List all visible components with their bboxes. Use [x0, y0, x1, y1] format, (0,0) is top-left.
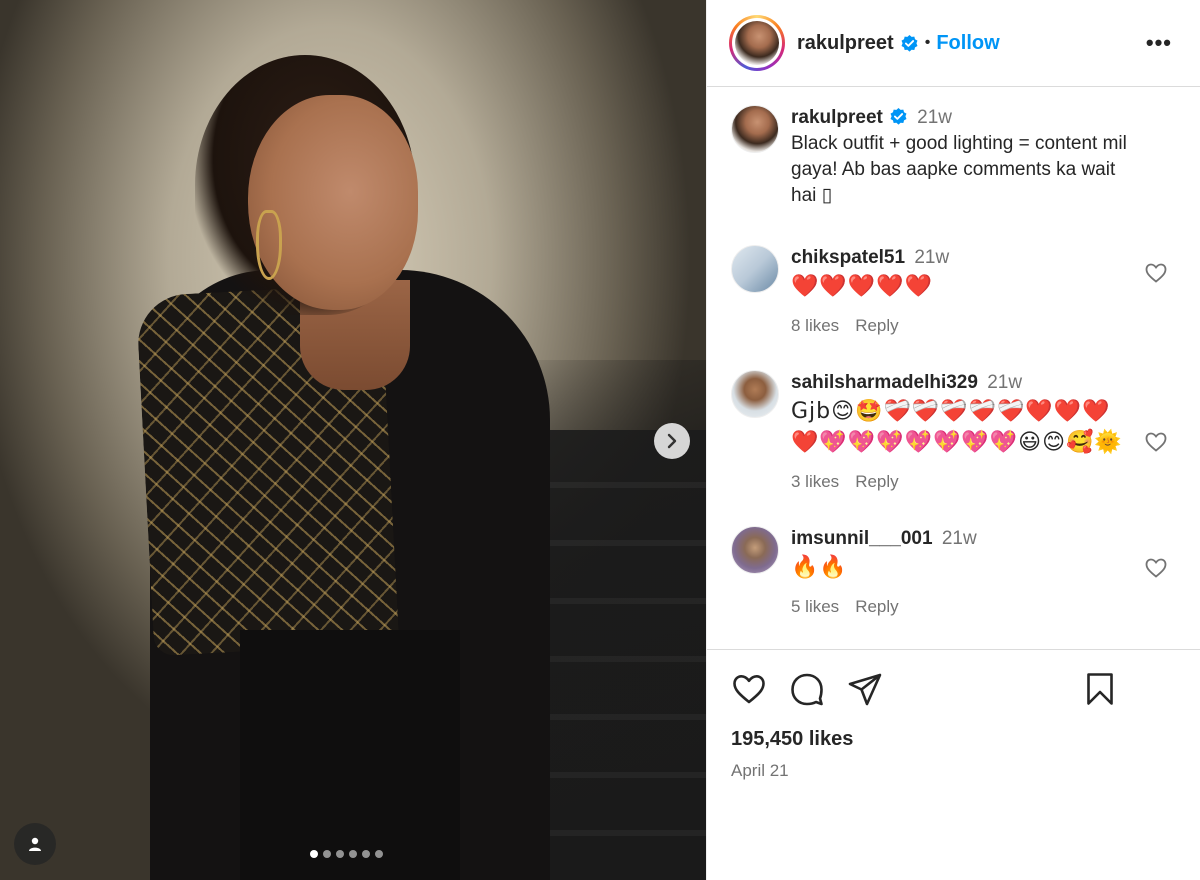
- comment: sahilsharmadelhi329 21w Gjb😊🤩❤️‍🩹❤️‍🩹❤️‍…: [731, 370, 1176, 492]
- action-bar: [731, 670, 1176, 708]
- commenter-avatar[interactable]: [731, 245, 779, 293]
- photo-skirt: [240, 630, 460, 880]
- comments-list[interactable]: rakulpreet 21w Black outfit + good light…: [707, 87, 1200, 649]
- verified-badge-icon: [890, 107, 907, 125]
- post-actions: 195,450 likes April 21: [707, 649, 1200, 880]
- comment-button[interactable]: [789, 671, 825, 707]
- caption: rakulpreet 21w Black outfit + good light…: [731, 105, 1176, 209]
- caption-author-username[interactable]: rakulpreet: [791, 107, 883, 128]
- comment-timestamp[interactable]: 21w: [914, 247, 949, 268]
- comment-like-count[interactable]: 5 likes: [791, 597, 839, 616]
- bookmark-icon: [1087, 673, 1113, 705]
- comment-body: imsunnil___001 21w 🔥🔥 5 likes Reply: [791, 526, 1176, 617]
- comment-header: imsunnil___001 21w: [791, 526, 1132, 552]
- caption-text: Black outfit + good lighting = content m…: [791, 133, 1127, 206]
- verified-badge-icon: [901, 34, 918, 52]
- paper-plane-icon: [848, 673, 882, 706]
- like-comment-heart-icon[interactable]: [1144, 430, 1168, 454]
- more-options-button[interactable]: •••: [1146, 30, 1172, 56]
- heart-icon: [733, 675, 765, 704]
- carousel-dot: [375, 850, 383, 858]
- author-username[interactable]: rakulpreet: [797, 32, 894, 55]
- comment-like-count[interactable]: 3 likes: [791, 472, 839, 491]
- author-avatar[interactable]: [735, 21, 779, 65]
- commenter-username[interactable]: imsunnil___001: [791, 528, 933, 549]
- commenter-avatar[interactable]: [731, 526, 779, 574]
- post-like-count[interactable]: 195,450 likes: [731, 728, 1176, 751]
- comment: imsunnil___001 21w 🔥🔥 5 likes Reply: [731, 526, 1176, 617]
- commenter-username[interactable]: sahilsharmadelhi329: [791, 372, 978, 393]
- comment: chikspatel51 21w ❤️❤️❤️❤️❤️ 8 likes Reply: [731, 245, 1176, 336]
- speech-bubble-icon: [791, 673, 823, 706]
- share-button[interactable]: [847, 671, 883, 707]
- post-side-panel: rakulpreet • Follow ••• rakulpreet 21w B…: [706, 0, 1200, 880]
- header-separator: •: [924, 34, 931, 51]
- tagged-users-button[interactable]: [14, 823, 56, 865]
- comment-body: sahilsharmadelhi329 21w Gjb😊🤩❤️‍🩹❤️‍🩹❤️‍…: [791, 370, 1176, 492]
- comment-like-count[interactable]: 8 likes: [791, 316, 839, 335]
- reply-button[interactable]: Reply: [855, 316, 898, 335]
- story-ring[interactable]: [729, 15, 785, 71]
- comment-meta: 8 likes Reply: [791, 316, 1132, 336]
- photo-earring: [256, 210, 282, 280]
- save-button[interactable]: [1082, 671, 1118, 707]
- carousel-dot: [323, 850, 331, 858]
- caption-body: rakulpreet 21w Black outfit + good light…: [791, 105, 1176, 209]
- carousel-dot: [310, 850, 318, 858]
- comment-body: chikspatel51 21w ❤️❤️❤️❤️❤️ 8 likes Reply: [791, 245, 1176, 336]
- story-ring-inner: [732, 18, 782, 68]
- carousel-dot: [362, 850, 370, 858]
- comment-header: sahilsharmadelhi329 21w: [791, 370, 1132, 396]
- like-button[interactable]: [731, 671, 767, 707]
- post-date[interactable]: April 21: [731, 761, 1176, 781]
- carousel-dot: [336, 850, 344, 858]
- comment-meta: 5 likes Reply: [791, 597, 1132, 617]
- like-comment-heart-icon[interactable]: [1144, 556, 1168, 580]
- like-comment-heart-icon[interactable]: [1144, 261, 1168, 285]
- caption-timestamp[interactable]: 21w: [917, 107, 952, 128]
- post-media[interactable]: [0, 0, 706, 880]
- comment-text: 🔥🔥: [791, 555, 848, 580]
- comment-timestamp[interactable]: 21w: [987, 372, 1022, 393]
- follow-button[interactable]: Follow: [936, 32, 999, 55]
- reply-button[interactable]: Reply: [855, 597, 898, 616]
- comment-text: Gjb😊🤩❤️‍🩹❤️‍🩹❤️‍🩹❤️‍🩹❤️‍🩹❤️❤️❤️❤️💖💖💖💖💖💖💖…: [791, 399, 1123, 455]
- carousel-next-button[interactable]: [654, 423, 690, 459]
- post-header: rakulpreet • Follow •••: [707, 0, 1200, 87]
- caption-author-avatar[interactable]: [731, 105, 779, 153]
- carousel-dot: [349, 850, 357, 858]
- reply-button[interactable]: Reply: [855, 472, 898, 491]
- comment-meta: 3 likes Reply: [791, 472, 1132, 492]
- commenter-avatar[interactable]: [731, 370, 779, 418]
- comment-header: chikspatel51 21w: [791, 245, 1132, 271]
- comment-timestamp[interactable]: 21w: [942, 528, 977, 549]
- carousel-indicator: [310, 850, 383, 858]
- commenter-username[interactable]: chikspatel51: [791, 247, 905, 268]
- comment-text: ❤️❤️❤️❤️❤️: [791, 274, 933, 299]
- caption-header: rakulpreet 21w: [791, 105, 1132, 131]
- chevron-right-icon: [667, 433, 677, 449]
- user-icon: [29, 837, 41, 851]
